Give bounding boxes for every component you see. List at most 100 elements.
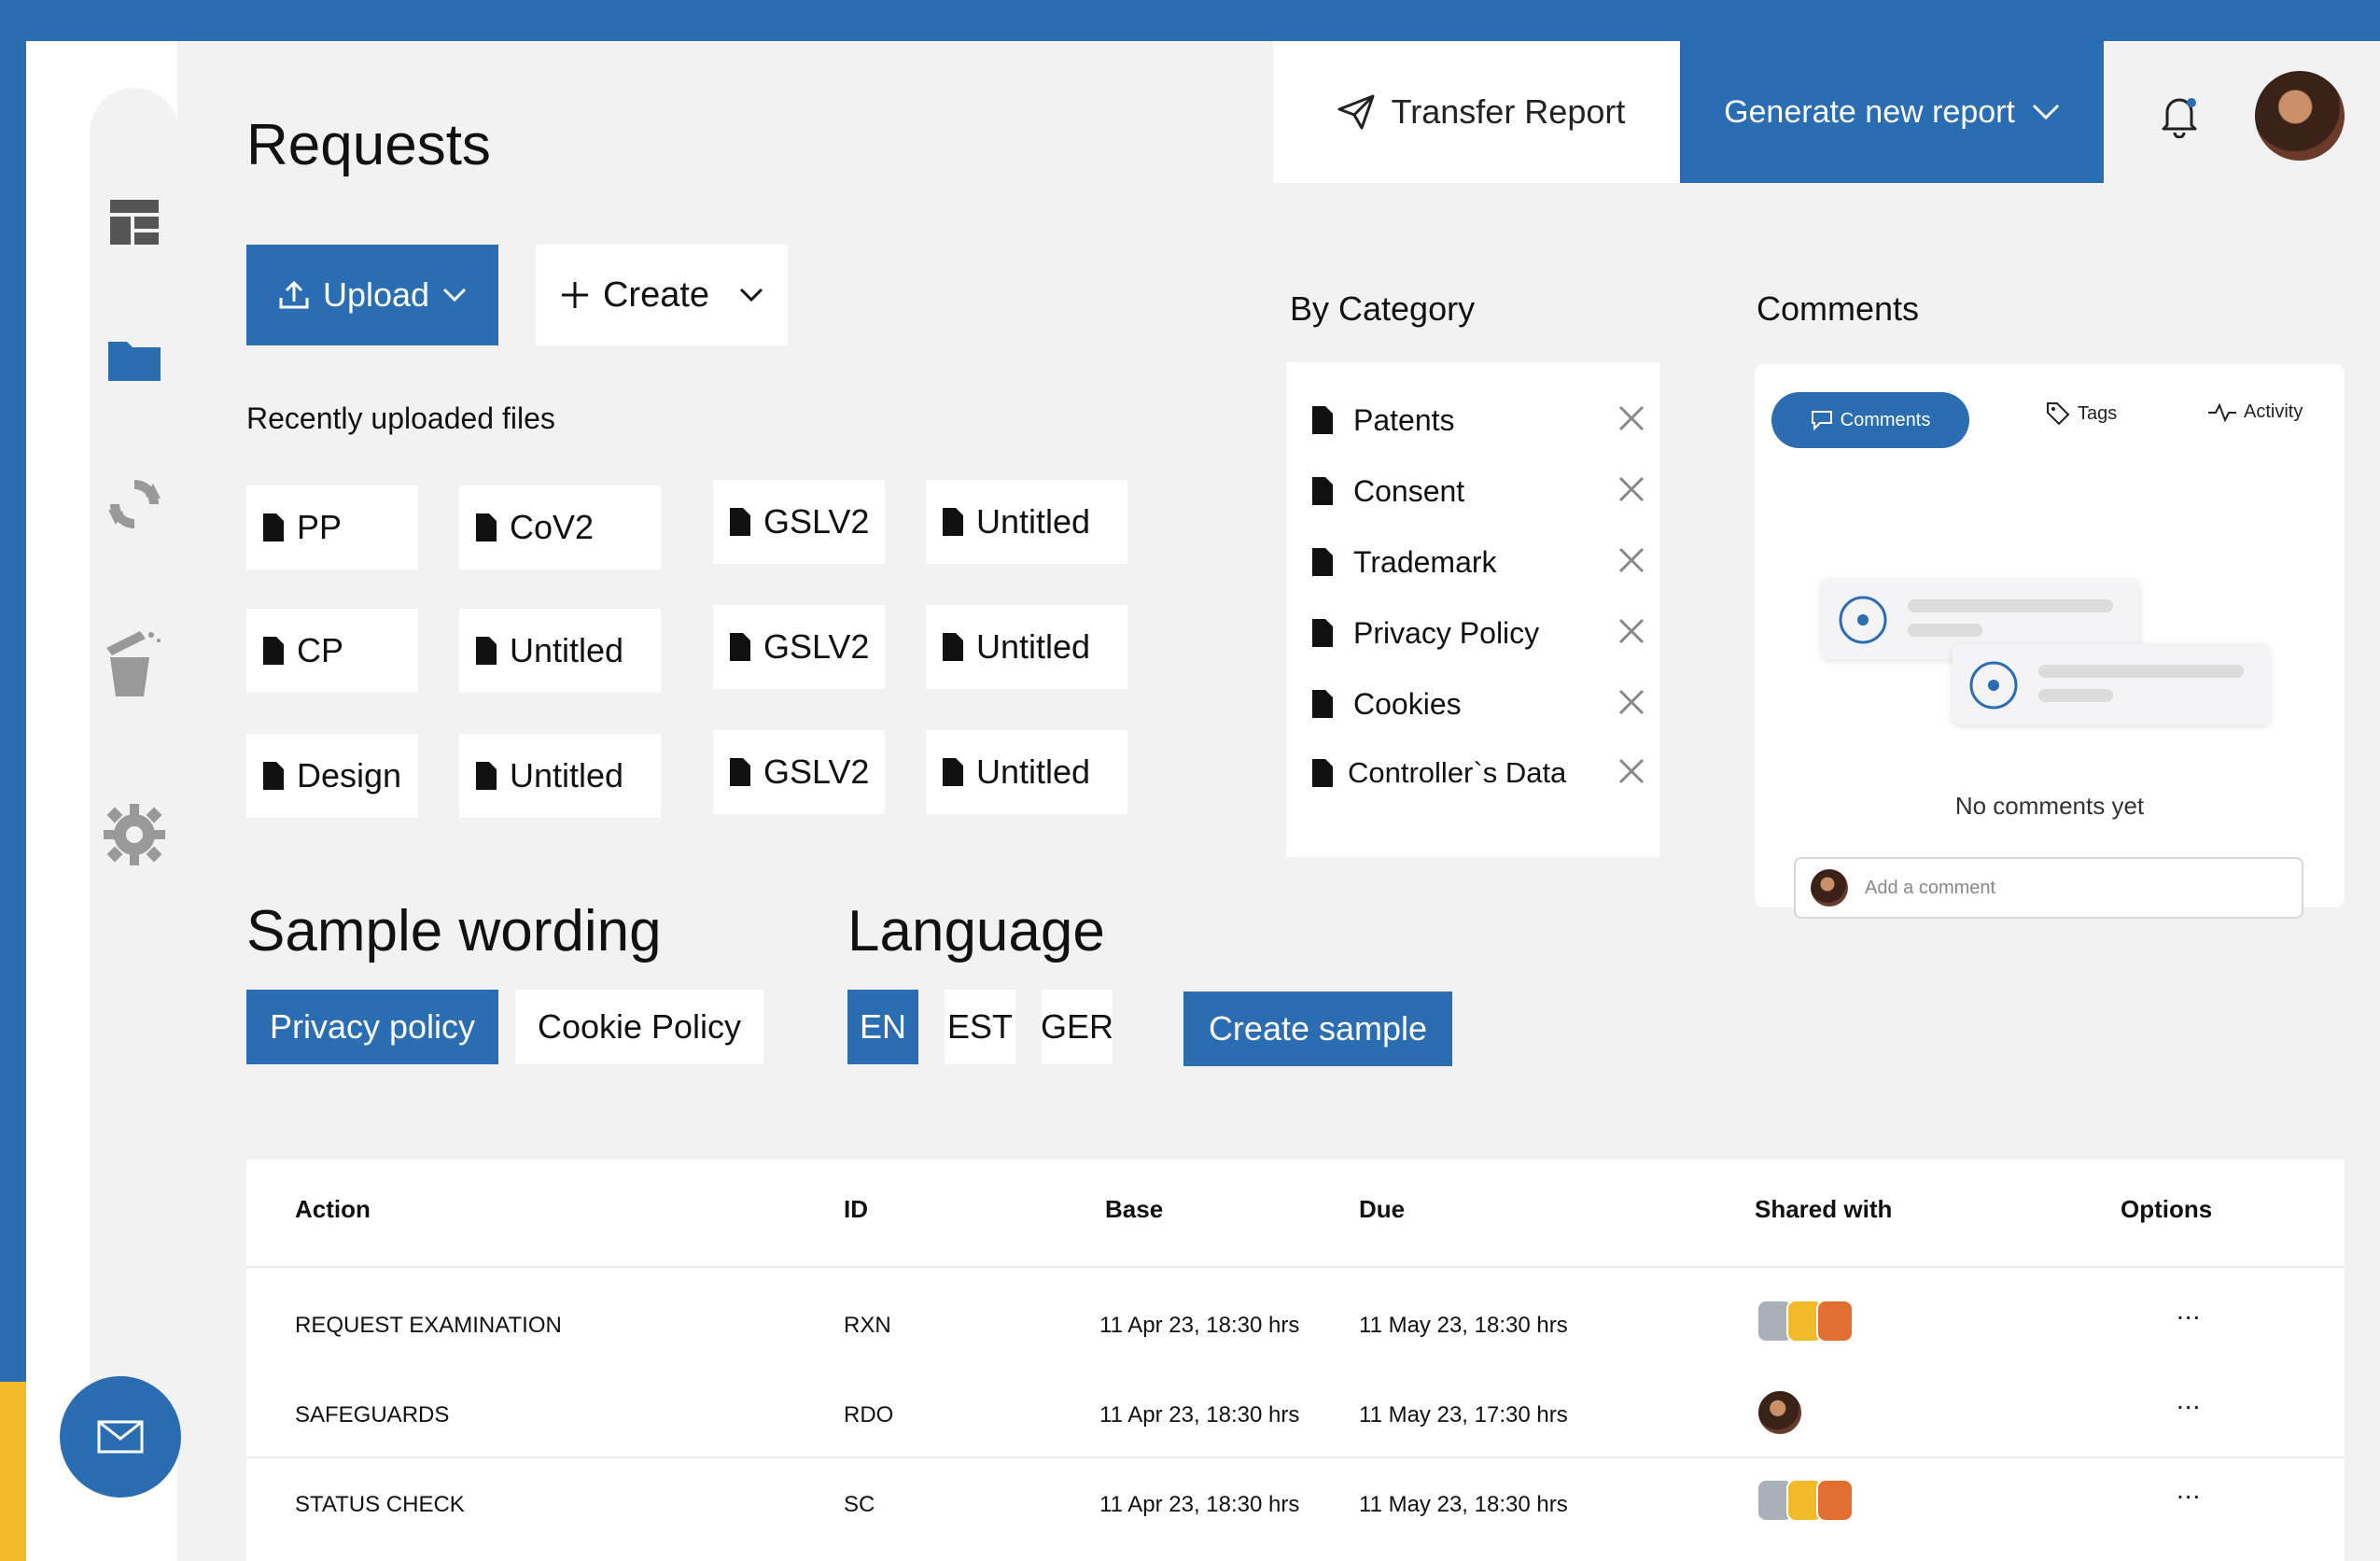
file-tile[interactable]: CoV2 bbox=[459, 485, 661, 570]
column-header: Options bbox=[2121, 1195, 2213, 1223]
file-icon bbox=[730, 758, 750, 786]
chevron-down-icon bbox=[442, 288, 467, 302]
dashboard-icon[interactable] bbox=[90, 192, 179, 252]
upload-button[interactable]: Upload bbox=[246, 245, 498, 345]
avatar bbox=[1811, 869, 1848, 907]
empty-state-text: No comments yet bbox=[1954, 792, 2145, 820]
file-icon bbox=[476, 762, 497, 790]
file-tile[interactable]: Untitled bbox=[926, 730, 1127, 814]
category-item[interactable]: Cookies bbox=[1312, 676, 1648, 732]
file-tile[interactable]: GSLV2 bbox=[713, 605, 885, 689]
trash-icon[interactable] bbox=[86, 631, 175, 696]
file-name: Untitled bbox=[510, 756, 624, 795]
divider bbox=[246, 1456, 2345, 1458]
tab-tags-label: Tags bbox=[2078, 402, 2118, 424]
category-item[interactable]: Patents bbox=[1312, 392, 1648, 448]
tab-tags[interactable]: Tags bbox=[2046, 401, 2117, 426]
file-name: GSLV2 bbox=[763, 627, 870, 666]
mail-icon bbox=[97, 1420, 144, 1454]
close-icon[interactable] bbox=[1615, 543, 1648, 577]
chat-icon bbox=[1811, 411, 1832, 430]
file-icon bbox=[1312, 690, 1333, 718]
row-action[interactable]: SAFEGUARDS bbox=[295, 1402, 449, 1428]
file-icon bbox=[943, 508, 963, 536]
category-name: Cookies bbox=[1353, 686, 1462, 721]
tag-icon bbox=[2047, 402, 2070, 426]
row-id: RDO bbox=[844, 1402, 894, 1427]
transfer-report-button[interactable]: Transfer Report bbox=[1273, 41, 1689, 183]
file-tile[interactable]: GSLV2 bbox=[713, 730, 885, 814]
file-icon bbox=[1312, 548, 1333, 576]
file-tile[interactable]: Untitled bbox=[926, 480, 1127, 564]
chevron-down-icon bbox=[2032, 104, 2059, 120]
options-menu[interactable]: ... bbox=[2177, 1475, 2201, 1505]
file-tile[interactable]: Untitled bbox=[459, 734, 661, 818]
file-tile[interactable]: CP bbox=[246, 609, 418, 693]
category-item[interactable]: Consent bbox=[1312, 463, 1648, 519]
close-icon[interactable] bbox=[1615, 472, 1648, 506]
language-ger[interactable]: GER bbox=[1041, 990, 1113, 1064]
comment-input[interactable]: Add a comment bbox=[1794, 857, 2303, 919]
file-tile[interactable]: Untitled bbox=[926, 605, 1127, 689]
file-name: CoV2 bbox=[510, 508, 595, 546]
row-action[interactable]: REQUEST EXAMINATION bbox=[295, 1313, 562, 1339]
sample-cookie-policy[interactable]: Cookie Policy bbox=[515, 990, 763, 1064]
category-item[interactable]: Privacy Policy bbox=[1312, 605, 1648, 661]
tab-comments-label: Comments bbox=[1840, 409, 1931, 430]
tab-activity[interactable]: Activity bbox=[2208, 401, 2303, 423]
file-tile[interactable]: Untitled bbox=[459, 609, 661, 693]
language-est[interactable]: EST bbox=[945, 990, 1015, 1064]
column-header: Shared with bbox=[1755, 1195, 1893, 1223]
column-header: ID bbox=[844, 1195, 868, 1223]
shared-avatars[interactable] bbox=[1757, 1479, 1854, 1522]
close-icon[interactable] bbox=[1615, 614, 1648, 648]
category-item[interactable]: Controller`s Data bbox=[1312, 745, 1648, 801]
gear-icon[interactable] bbox=[90, 804, 179, 865]
file-icon bbox=[476, 637, 497, 665]
language-heading: Language bbox=[847, 899, 1105, 963]
file-name: GSLV2 bbox=[763, 752, 870, 791]
plus-icon bbox=[561, 282, 588, 308]
row-due: 11 May 23, 17:30 hrs bbox=[1359, 1402, 1568, 1427]
category-item[interactable]: Trademark bbox=[1312, 534, 1648, 590]
category-name: Privacy Policy bbox=[1353, 615, 1540, 650]
folder-icon[interactable] bbox=[90, 329, 179, 388]
tab-comments[interactable]: Comments bbox=[1771, 392, 1969, 448]
activity-icon bbox=[2208, 402, 2236, 422]
category-name: Patents bbox=[1353, 402, 1455, 437]
generate-report-button[interactable]: Generate new report bbox=[1680, 41, 2104, 183]
language-en[interactable]: EN bbox=[847, 990, 918, 1064]
comment-placeholder: Add a comment bbox=[1865, 877, 1996, 898]
shared-avatars[interactable] bbox=[1757, 1389, 1803, 1436]
category-name: Trademark bbox=[1353, 544, 1497, 579]
bell-icon[interactable] bbox=[2156, 91, 2203, 138]
row-due: 11 May 23, 18:30 hrs bbox=[1359, 1313, 1568, 1338]
file-icon bbox=[1312, 406, 1333, 434]
create-sample-button[interactable]: Create sample bbox=[1183, 991, 1452, 1066]
file-tile[interactable]: GSLV2 bbox=[713, 480, 885, 564]
empty-illustration bbox=[1953, 644, 2270, 724]
file-name: Untitled bbox=[976, 627, 1091, 666]
row-base: 11 Apr 23, 18:30 hrs bbox=[1099, 1492, 1300, 1517]
close-icon[interactable] bbox=[1615, 401, 1648, 435]
options-menu[interactable]: ... bbox=[2177, 1385, 2201, 1415]
requests-table: Action ID Base Due Shared with Options R… bbox=[246, 1160, 2345, 1561]
user-avatar[interactable] bbox=[2255, 71, 2345, 161]
row-action[interactable]: STATUS CHECK bbox=[295, 1492, 465, 1518]
recent-files-label: Recently uploaded files bbox=[246, 401, 555, 435]
close-icon[interactable] bbox=[1615, 685, 1648, 719]
upload-icon bbox=[279, 281, 309, 309]
row-id: RXN bbox=[844, 1313, 891, 1338]
sample-privacy-policy[interactable]: Privacy policy bbox=[246, 990, 498, 1064]
close-icon[interactable] bbox=[1615, 754, 1648, 788]
row-due: 11 May 23, 18:30 hrs bbox=[1359, 1492, 1568, 1517]
mail-button[interactable] bbox=[60, 1376, 181, 1498]
file-tile[interactable]: PP bbox=[246, 485, 418, 570]
shared-avatars[interactable] bbox=[1757, 1300, 1854, 1343]
sync-icon[interactable] bbox=[90, 474, 179, 534]
column-header: Action bbox=[295, 1195, 371, 1223]
create-button[interactable]: Create bbox=[536, 245, 788, 345]
row-base: 11 Apr 23, 18:30 hrs bbox=[1099, 1313, 1300, 1338]
options-menu[interactable]: ... bbox=[2177, 1296, 2201, 1326]
file-tile[interactable]: Design bbox=[246, 734, 418, 818]
